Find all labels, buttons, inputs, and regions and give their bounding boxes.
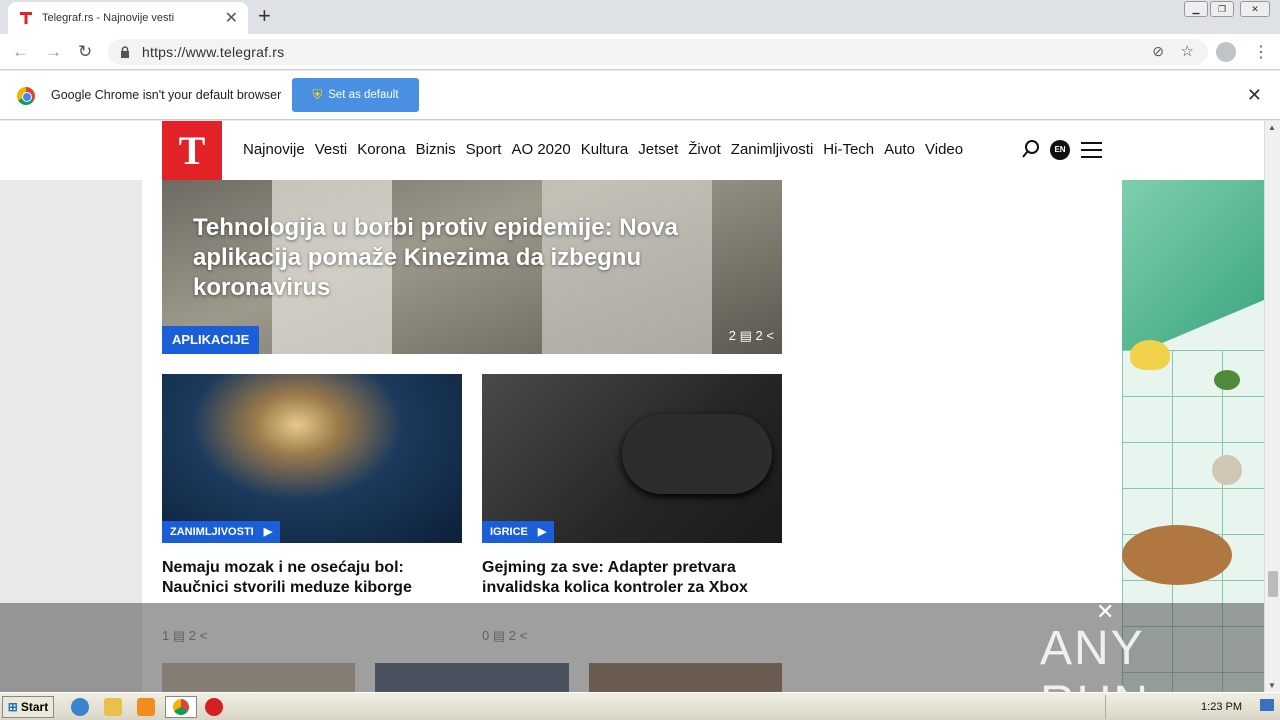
- hero-title[interactable]: Tehnologija u borbi protiv epidemije: No…: [193, 213, 753, 303]
- web-page: T Najnovije Vesti Korona Biznis Sport AO 2020…: [0, 121, 1264, 692]
- reload-icon[interactable]: ↻: [78, 42, 92, 62]
- folder-icon[interactable]: [104, 698, 122, 716]
- shield-icon: ⛨: [312, 87, 323, 102]
- forward-icon[interactable]: →: [45, 42, 62, 62]
- profile-avatar-icon[interactable]: [1216, 42, 1236, 62]
- nav-item-život[interactable]: Život: [688, 141, 721, 158]
- card-category-tag[interactable]: ZANIMLJIVOSTI ▶: [162, 521, 281, 543]
- lock-icon: [121, 46, 129, 58]
- scroll-up-icon[interactable]: ▲: [1268, 123, 1276, 132]
- hero-category-tag[interactable]: APLIKACIJE: [162, 326, 260, 354]
- nav-item-kultura[interactable]: Kultura: [581, 141, 629, 158]
- site-header: T Najnovije Vesti Korona Biznis Sport AO 2020…: [0, 121, 1264, 180]
- nav-item-auto[interactable]: Auto: [884, 141, 915, 158]
- controller-graphic: [622, 414, 772, 494]
- cheese-board-graphic: [1122, 525, 1232, 585]
- menu-dots-icon[interactable]: ⋮: [1253, 42, 1269, 62]
- media-player-icon[interactable]: [137, 698, 155, 716]
- telegraf-logo[interactable]: T: [162, 121, 222, 180]
- card-category-tag[interactable]: IGRICE ▶: [482, 521, 555, 543]
- card-category-label: IGRICE: [490, 526, 528, 538]
- tab-title: Telegraf.rs - Najnovije vesti: [42, 12, 175, 24]
- nav-item-sport[interactable]: Sport: [466, 141, 502, 158]
- card-title[interactable]: Nemaju mozak i ne osećaju bol: Naučnici …: [162, 558, 462, 598]
- window-close-icon[interactable]: ✕: [1240, 1, 1270, 17]
- nav-item-ao-2020[interactable]: AO 2020: [511, 141, 570, 158]
- url-text: https://www.telegraf.rs: [142, 44, 285, 60]
- back-icon[interactable]: ←: [12, 42, 29, 62]
- card-image-xbox[interactable]: IGRICE ▶: [482, 374, 782, 543]
- language-switch[interactable]: EN: [1050, 140, 1070, 160]
- card-title[interactable]: Gejming za sve: Adapter pretvara invalid…: [482, 558, 782, 598]
- nav-item-vesti[interactable]: Vesti: [315, 141, 348, 158]
- minimize-icon[interactable]: ▁: [1184, 1, 1208, 17]
- bookmark-star-icon[interactable]: ☆: [1181, 42, 1194, 60]
- browser-toolbar: ← → ↻ https://www.telegraf.rs ⊘ ☆ ⋮: [0, 34, 1280, 70]
- comment-icon: ▤: [739, 328, 752, 343]
- default-browser-infobar: Google Chrome isn't your default browser…: [0, 71, 1280, 120]
- nav-item-video[interactable]: Video: [925, 141, 963, 158]
- infobar-close-icon[interactable]: ✕: [1247, 85, 1262, 106]
- windows-logo-icon: ⊞: [7, 700, 18, 714]
- comment-count: 2: [728, 328, 736, 343]
- nav-item-najnovije[interactable]: Najnovije: [243, 141, 305, 158]
- cheese-graphic: [1212, 455, 1242, 485]
- nav-item-jetset[interactable]: Jetset: [638, 141, 678, 158]
- start-label: Start: [20, 700, 49, 714]
- video-icon: ▶: [263, 526, 273, 538]
- search-icon[interactable]: [1022, 140, 1040, 158]
- scroll-down-icon[interactable]: ▼: [1268, 681, 1276, 690]
- nav-item-biznis[interactable]: Biznis: [416, 141, 456, 158]
- banana-graphic: [1130, 340, 1170, 370]
- nav-item-zanimljivosti[interactable]: Zanimljivosti: [731, 141, 814, 158]
- main-nav: Najnovije Vesti Korona Biznis Sport AO 2020 Ku…: [243, 141, 963, 158]
- telegraf-favicon-icon: [20, 12, 32, 24]
- nav-item-korona[interactable]: Korona: [357, 141, 405, 158]
- video-icon: ▶: [537, 526, 547, 538]
- share-count: 2: [755, 328, 763, 343]
- card-category-label: ZANIMLJIVOSTI: [170, 526, 254, 538]
- hero-stats: 2 ▤ 2 <: [729, 328, 774, 344]
- page-scrollbar[interactable]: ▲ ▼: [1264, 121, 1280, 692]
- share-icon[interactable]: <: [766, 328, 774, 343]
- card-image-jellyfish[interactable]: ZANIMLJIVOSTI ▶: [162, 374, 462, 543]
- chrome-logo-icon: [17, 87, 35, 105]
- restore-icon[interactable]: ❐: [1210, 1, 1234, 17]
- system-tray: 1:23 PM: [1105, 695, 1280, 719]
- windows-taskbar: ⊞ Start 1:23 PM: [0, 692, 1280, 720]
- clock[interactable]: 1:23 PM: [1201, 701, 1242, 713]
- browser-tab[interactable]: Telegraf.rs - Najnovije vesti ✕: [8, 2, 248, 34]
- tab-strip: Telegraf.rs - Najnovije vesti ✕ + ▁ ❐ ✕: [0, 0, 1280, 34]
- infobar-message: Google Chrome isn't your default browser: [51, 88, 282, 102]
- start-button[interactable]: ⊞ Start: [2, 696, 54, 718]
- show-desktop-icon[interactable]: [1260, 699, 1274, 711]
- chrome-icon: [173, 699, 189, 715]
- opera-icon[interactable]: [205, 698, 223, 716]
- tab-close-icon[interactable]: ✕: [225, 8, 238, 28]
- address-bar[interactable]: https://www.telegraf.rs ⊘ ☆: [108, 39, 1208, 65]
- vegetable-graphic: [1214, 370, 1240, 390]
- ie-icon[interactable]: [71, 698, 89, 716]
- new-tab-icon[interactable]: +: [258, 5, 271, 27]
- scrollbar-thumb[interactable]: [1268, 571, 1278, 597]
- nav-item-hi-tech[interactable]: Hi-Tech: [823, 141, 874, 158]
- blocked-popup-icon[interactable]: ⊘: [1152, 43, 1164, 60]
- anyrun-watermark: ANY RUN: [1040, 622, 1148, 692]
- hero-article[interactable]: Tehnologija u borbi protiv epidemije: No…: [162, 180, 782, 354]
- hamburger-menu-icon[interactable]: [1081, 142, 1102, 158]
- set-as-default-button[interactable]: ⛨ Set as default: [292, 78, 419, 112]
- chrome-taskbar-button[interactable]: [165, 696, 197, 718]
- set-as-default-label: Set as default: [328, 89, 399, 101]
